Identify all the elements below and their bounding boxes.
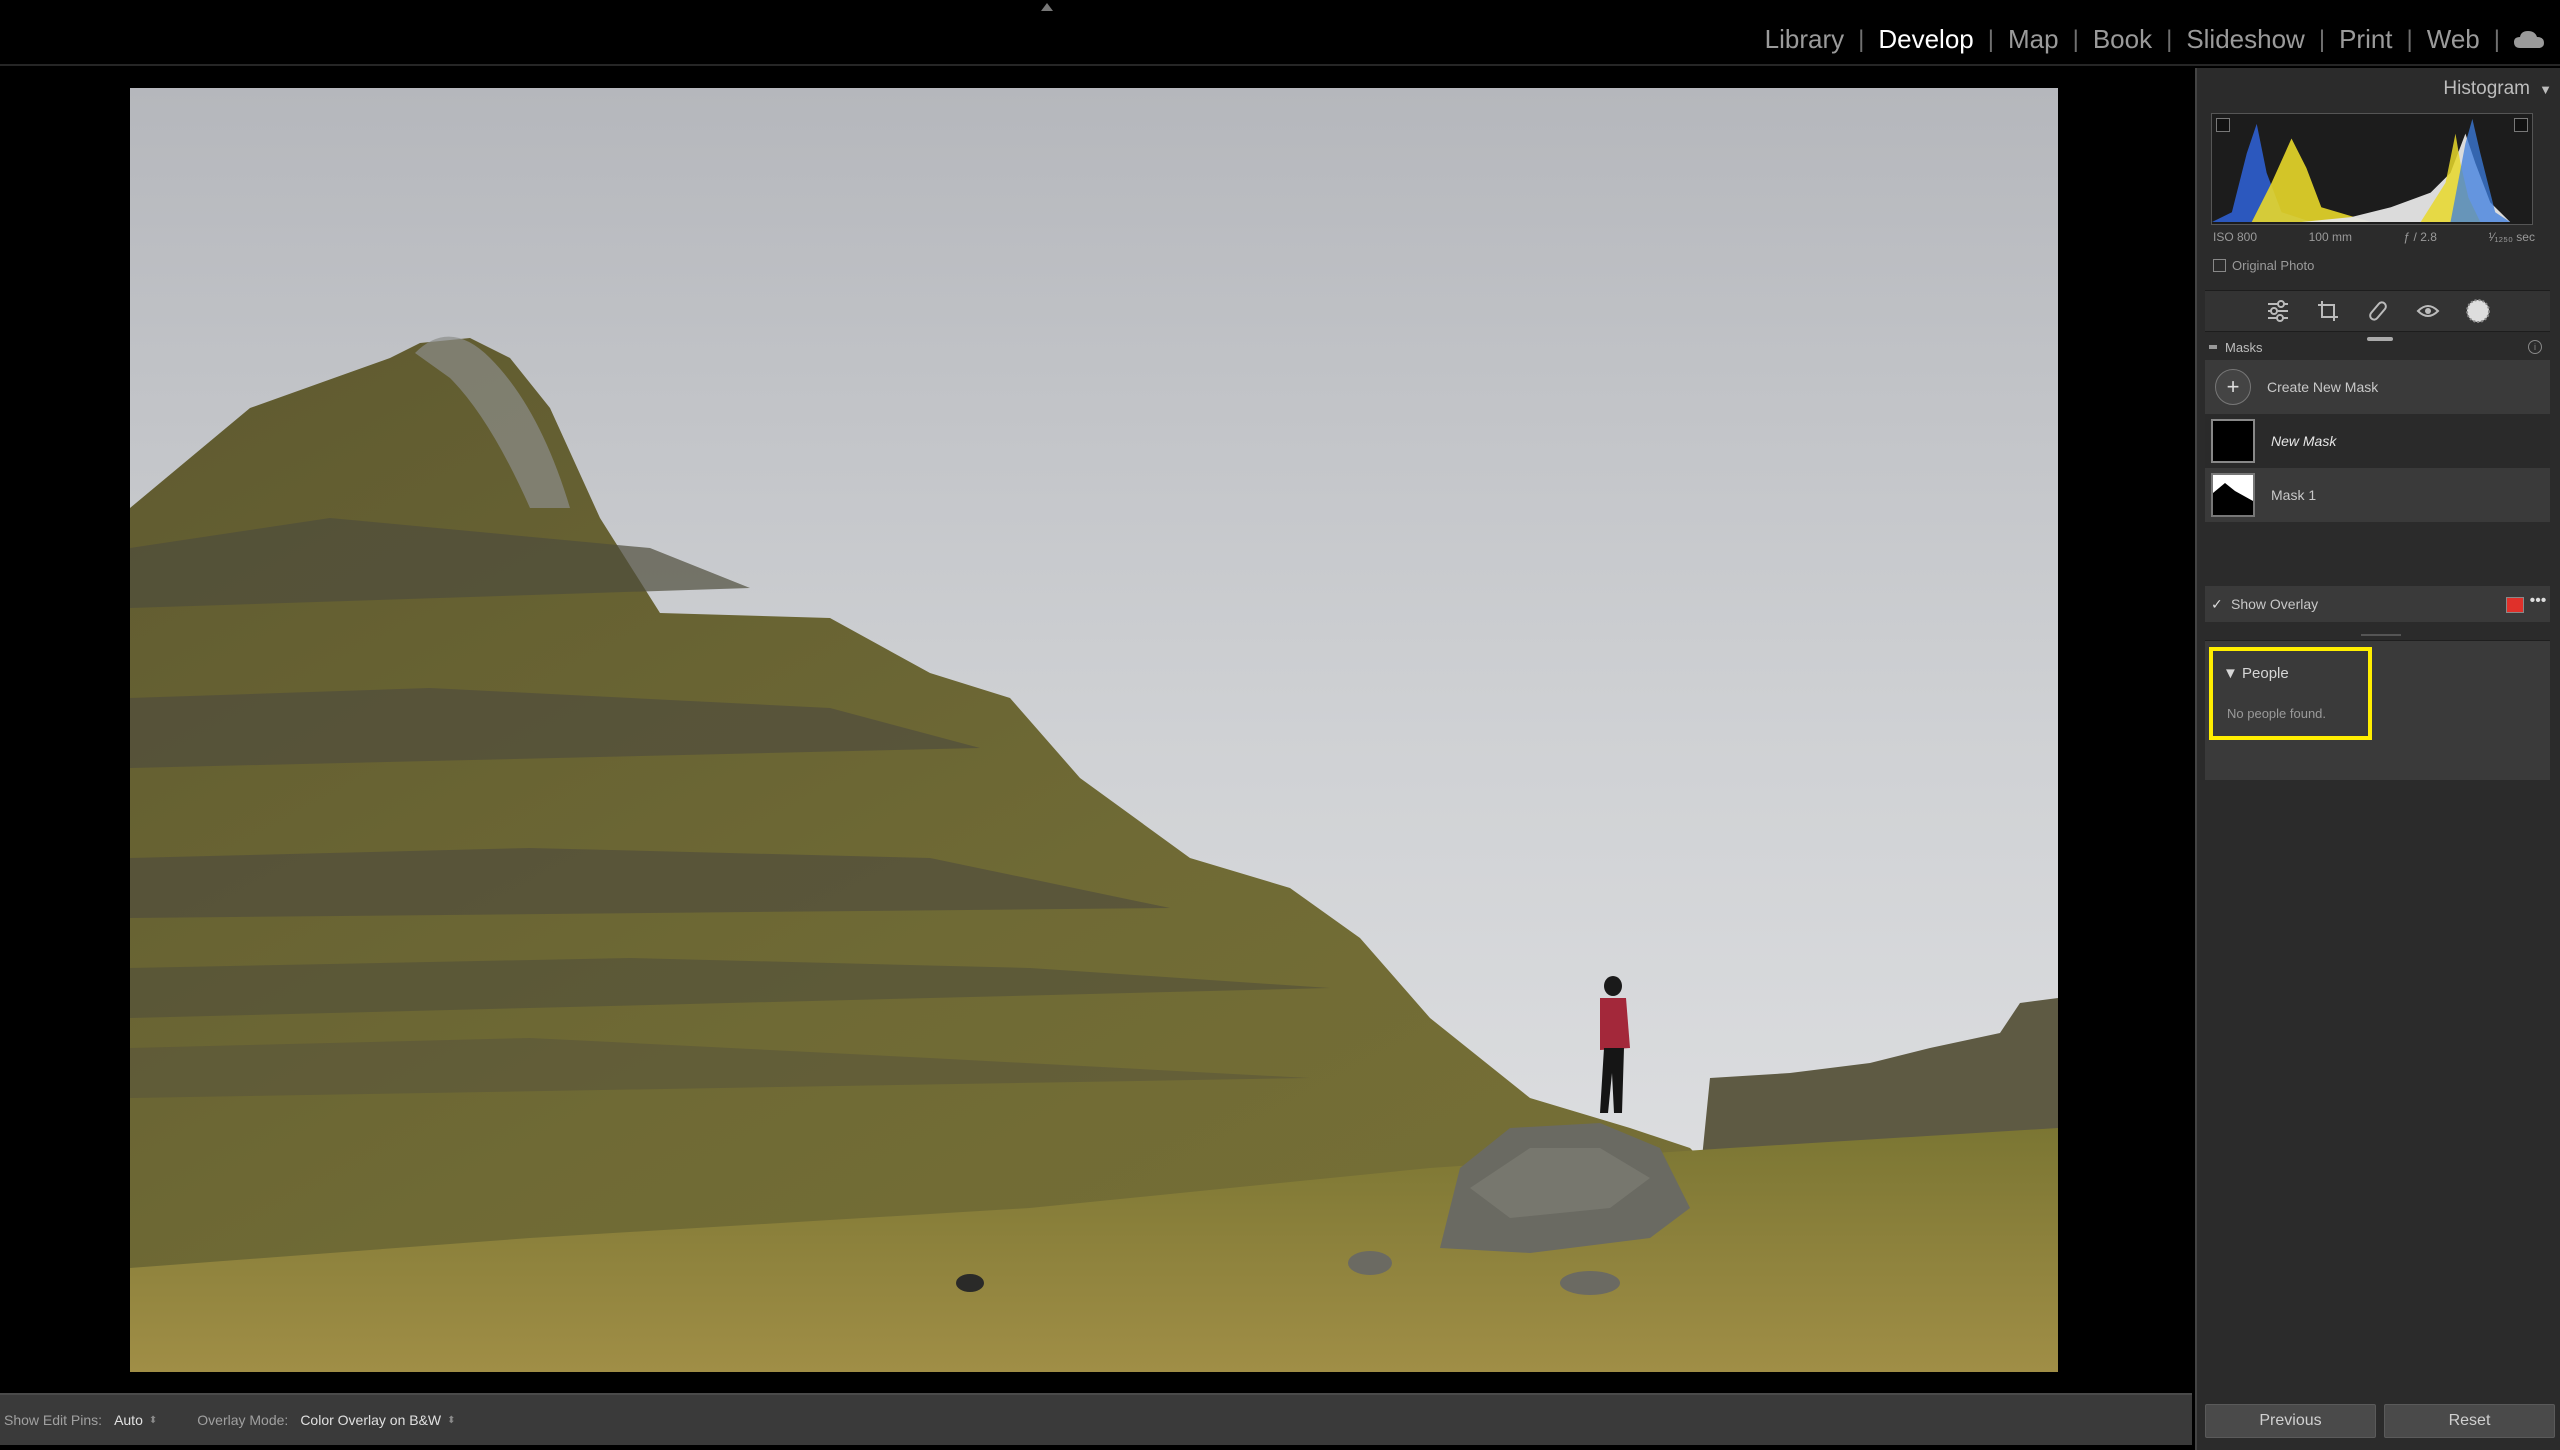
module-slideshow[interactable]: Slideshow bbox=[2172, 24, 2319, 55]
mask-item-new-mask[interactable]: New Mask bbox=[2205, 414, 2550, 468]
module-separator: | bbox=[2493, 25, 2500, 53]
people-empty-message: No people found. bbox=[2227, 706, 2327, 721]
masks-panel-header[interactable]: Masks i bbox=[2205, 334, 2550, 360]
more-options-icon[interactable]: ••• bbox=[2528, 593, 2548, 612]
photo-canvas-area[interactable] bbox=[0, 68, 2195, 1393]
exif-focal-length: 100 mm bbox=[2308, 230, 2352, 244]
people-title: People bbox=[2242, 665, 2289, 682]
mask-item-label: Mask 1 bbox=[2271, 487, 2317, 503]
create-new-mask-label[interactable]: Create New Mask bbox=[2267, 379, 2378, 395]
module-web[interactable]: Web bbox=[2413, 24, 2494, 55]
histogram-header[interactable]: Histogram ▼ bbox=[2197, 68, 2560, 108]
histogram-curves bbox=[2212, 118, 2511, 223]
mask-item-label: New Mask bbox=[2271, 433, 2337, 449]
plus-icon[interactable]: + bbox=[2215, 369, 2251, 405]
module-picker-bar: Library | Develop | Map | Book | Slidesh… bbox=[0, 0, 2560, 66]
panel-resize-handle[interactable] bbox=[2361, 634, 2401, 636]
highlight-clipping-toggle[interactable] bbox=[2514, 118, 2528, 132]
edit-pins-label: Show Edit Pins: bbox=[4, 1412, 103, 1428]
right-panel: Histogram ▼ ISO 800 100 mm ƒ / 2.8 ¹⁄₁₂₅… bbox=[2195, 68, 2560, 1450]
info-icon[interactable]: i bbox=[2528, 340, 2542, 354]
landscape-photo-image bbox=[130, 88, 2058, 1372]
main-photo[interactable] bbox=[130, 88, 2058, 1372]
overlay-color-swatch[interactable] bbox=[2506, 597, 2524, 613]
masks-title: Masks bbox=[2225, 339, 2263, 355]
bottom-toolbar: Show Edit Pins: Auto ⬍ Overlay Mode: Col… bbox=[0, 1393, 2192, 1445]
people-section: ▼ People No people found. bbox=[2205, 640, 2550, 780]
histogram-title: Histogram bbox=[2443, 78, 2530, 99]
overlay-mode-label: Overlay Mode: bbox=[197, 1412, 289, 1428]
develop-tool-strip bbox=[2205, 290, 2550, 332]
edit-pins-caret-icon[interactable]: ⬍ bbox=[149, 1415, 157, 1426]
create-new-mask-row[interactable]: + Create New Mask bbox=[2205, 360, 2550, 414]
show-overlay-checkbox[interactable]: ✓ bbox=[2211, 596, 2225, 613]
collapse-triangle-icon[interactable]: ▼ bbox=[2539, 82, 2552, 97]
histogram-graph[interactable] bbox=[2211, 113, 2533, 225]
people-header[interactable]: ▼ People bbox=[2223, 665, 2289, 682]
panel-footer-buttons: Previous Reset bbox=[2205, 1404, 2555, 1438]
module-develop[interactable]: Develop bbox=[1864, 24, 1987, 55]
exif-iso: ISO 800 bbox=[2213, 230, 2258, 244]
module-map[interactable]: Map bbox=[1994, 24, 2073, 55]
mask-item-mask-1[interactable]: Mask 1 bbox=[2205, 468, 2550, 522]
original-photo-label: Original Photo bbox=[2232, 258, 2315, 273]
module-library[interactable]: Library bbox=[1751, 24, 1858, 55]
crop-icon[interactable] bbox=[2313, 296, 2343, 326]
healing-brush-icon[interactable] bbox=[2363, 296, 2393, 326]
exif-info: ISO 800 100 mm ƒ / 2.8 ¹⁄₁₂₅₀ sec bbox=[2213, 230, 2535, 244]
module-book[interactable]: Book bbox=[2079, 24, 2166, 55]
edit-sliders-icon[interactable] bbox=[2263, 296, 2293, 326]
overlay-mode-select[interactable]: Color Overlay on B&W bbox=[300, 1412, 441, 1428]
shadow-clipping-toggle[interactable] bbox=[2216, 118, 2230, 132]
masks-drag-handle[interactable] bbox=[2367, 337, 2393, 341]
reset-button[interactable]: Reset bbox=[2384, 1404, 2555, 1438]
collapse-top-panel-icon[interactable] bbox=[1040, 2, 1054, 12]
mask-list: + Create New Mask New Mask Mask 1 bbox=[2205, 360, 2550, 522]
red-eye-icon[interactable] bbox=[2413, 296, 2443, 326]
module-list: Library | Develop | Map | Book | Slidesh… bbox=[1751, 24, 2546, 55]
original-photo-checkbox[interactable] bbox=[2213, 259, 2226, 272]
previous-button[interactable]: Previous bbox=[2205, 1404, 2376, 1438]
masking-icon[interactable] bbox=[2463, 296, 2493, 326]
exif-aperture: ƒ / 2.8 bbox=[2403, 230, 2437, 244]
people-highlight-box: ▼ People No people found. bbox=[2209, 647, 2372, 740]
show-overlay-row[interactable]: ✓ Show Overlay ••• bbox=[2205, 586, 2550, 622]
edit-pins-select[interactable]: Auto bbox=[114, 1412, 143, 1428]
show-overlay-label: Show Overlay bbox=[2231, 596, 2319, 612]
mask-thumbnail bbox=[2211, 419, 2255, 463]
mask-thumbnail bbox=[2211, 473, 2255, 517]
module-print[interactable]: Print bbox=[2325, 24, 2406, 55]
exif-shutter: ¹⁄₁₂₅₀ sec bbox=[2488, 230, 2535, 244]
lightroom-window: Library | Develop | Map | Book | Slidesh… bbox=[0, 0, 2560, 1450]
cloud-sync-icon[interactable] bbox=[2512, 28, 2546, 52]
original-photo-toggle[interactable]: Original Photo bbox=[2213, 258, 2314, 273]
overlay-mode-caret-icon[interactable]: ⬍ bbox=[447, 1415, 455, 1426]
collapse-masks-icon[interactable] bbox=[2209, 345, 2217, 349]
